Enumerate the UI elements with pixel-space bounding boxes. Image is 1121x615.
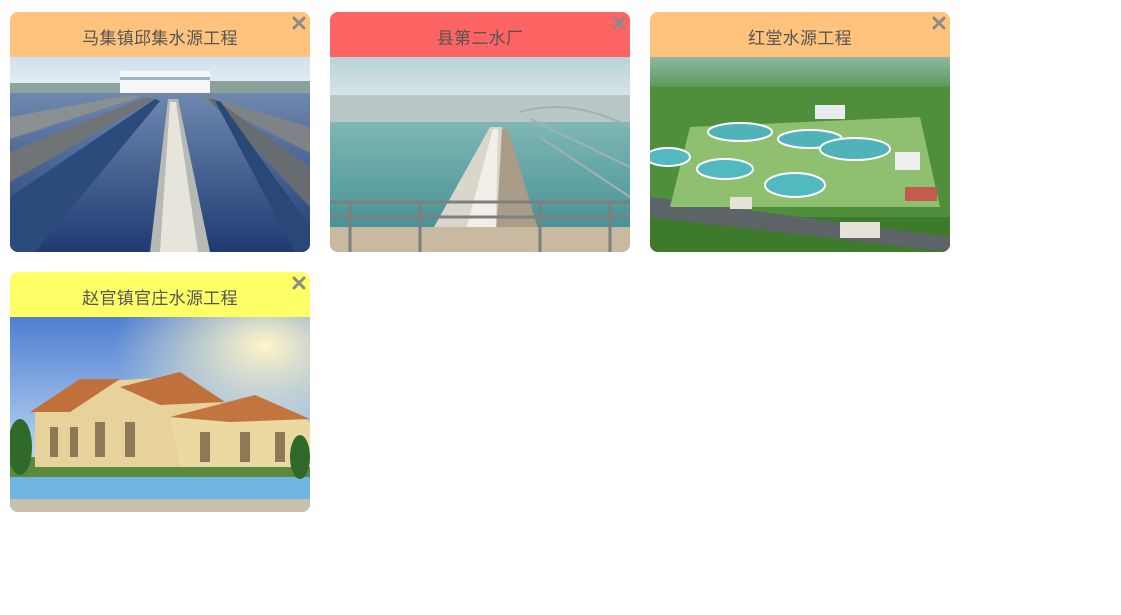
close-icon[interactable] [932, 16, 946, 30]
project-card[interactable]: 县第二水厂 [330, 12, 630, 252]
project-card[interactable]: 马集镇邱集水源工程 [10, 12, 310, 252]
close-icon[interactable] [292, 16, 306, 30]
card-title[interactable]: 马集镇邱集水源工程 [82, 24, 238, 49]
card-header: 红堂水源工程 [650, 12, 950, 57]
project-grid: 马集镇邱集水源工程 县第二水厂 红堂水源工程 赵官镇官庄水源工程 [0, 0, 1121, 615]
close-icon[interactable] [612, 16, 626, 30]
card-title[interactable]: 县第二水厂 [437, 24, 524, 49]
project-card[interactable]: 赵官镇官庄水源工程 [10, 272, 310, 512]
card-title[interactable]: 红堂水源工程 [748, 24, 852, 49]
close-icon[interactable] [292, 276, 306, 290]
project-card[interactable]: 红堂水源工程 [650, 12, 950, 252]
villa-rendering-image[interactable] [10, 317, 310, 512]
card-header: 马集镇邱集水源工程 [10, 12, 310, 57]
aerial-plant-rendering-image[interactable] [650, 57, 950, 252]
card-title[interactable]: 赵官镇官庄水源工程 [82, 284, 238, 309]
card-header: 县第二水厂 [330, 12, 630, 57]
card-header: 赵官镇官庄水源工程 [10, 272, 310, 317]
water-treatment-tanks-image[interactable] [10, 57, 310, 252]
water-plant-walkway-image[interactable] [330, 57, 630, 252]
